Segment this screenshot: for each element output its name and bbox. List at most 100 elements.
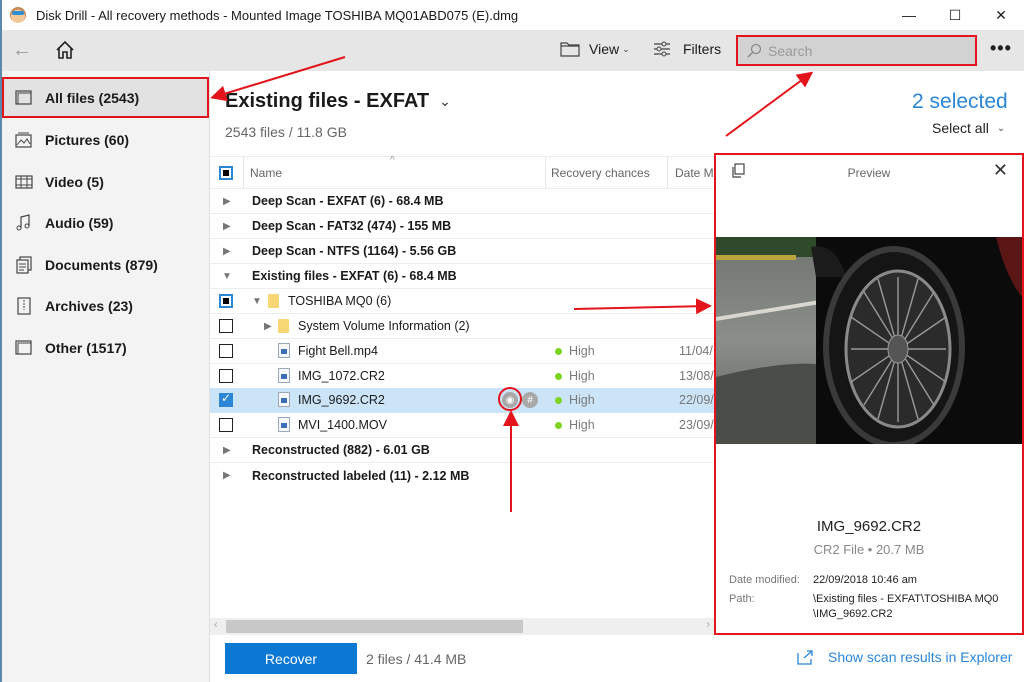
column-divider[interactable] (545, 157, 546, 189)
folder-icon (268, 294, 279, 308)
car-wheel-photo (716, 237, 1022, 444)
date-modified-label: Date modified: (729, 574, 800, 586)
scroll-left-icon[interactable]: ‹ (214, 619, 218, 631)
preview-panel: Preview ✕ IMG_9692.CR2 CR2 File • 20.7 M… (714, 153, 1024, 635)
preview-file-type: CR2 File • 20.7 MB (813, 542, 925, 557)
expand-arrow-icon[interactable]: ▶ (223, 221, 231, 232)
date-modified: 13/08/ (679, 369, 714, 383)
view-menu-button[interactable]: View ⌄ (560, 41, 630, 57)
table-row-file-selected[interactable]: IMG_9692.CR2 ◉ # High 22/09/ (210, 388, 714, 413)
more-options-button[interactable]: ••• (990, 38, 1012, 59)
path-value-line1: \Existing files - EXFAT\TOSHIBA MQ0 (813, 593, 999, 605)
horizontal-scrollbar[interactable]: ‹ › (210, 618, 714, 635)
expand-arrow-icon[interactable]: ▶ (223, 246, 231, 257)
table-row-file[interactable]: Fight Bell.mp4 High 11/04/ (210, 339, 714, 364)
table-row-file[interactable]: IMG_1072.CR2 High 13/08/ (210, 364, 714, 389)
search-box[interactable] (736, 35, 977, 66)
status-dot-icon (555, 421, 562, 429)
close-preview-button[interactable]: ✕ (993, 160, 1008, 181)
row-checkbox[interactable] (219, 369, 233, 383)
expand-arrow-icon[interactable]: ▶ (223, 445, 231, 456)
sidebar-item-documents[interactable]: Documents (879) (2, 244, 209, 285)
scan-summary: 2543 files / 11.8 GB (225, 124, 347, 140)
window-controls: — ☐ ✕ (886, 0, 1024, 30)
folder-icon (560, 42, 580, 57)
group-label: Reconstructed labeled (11) - 2.12 MB (252, 468, 470, 483)
column-divider[interactable] (667, 157, 668, 189)
path-label: Path: (729, 593, 755, 605)
file-name: MVI_1400.MOV (298, 418, 387, 432)
path-value-line2: \IMG_9692.CR2 (813, 608, 893, 620)
video-file-icon (278, 417, 290, 432)
sidebar-item-pictures[interactable]: Pictures (60) (2, 119, 209, 160)
show-in-explorer-link[interactable]: Show scan results in Explorer (797, 649, 1012, 665)
window-title: Disk Drill - All recovery methods - Moun… (36, 7, 519, 23)
row-checkbox[interactable] (219, 319, 233, 333)
column-header-date[interactable]: Date M (675, 157, 714, 189)
pictures-icon (15, 131, 33, 149)
expand-arrow-icon[interactable]: ▶ (223, 470, 231, 481)
preview-title: Preview (847, 166, 891, 180)
sidebar-item-all-files[interactable]: All files (2543) (2, 77, 209, 118)
recovery-chance-label: High (569, 344, 595, 358)
audio-icon (15, 213, 33, 232)
row-checkbox[interactable] (219, 294, 233, 308)
scan-source-dropdown[interactable]: Existing files - EXFAT ⌄ (225, 90, 451, 113)
table-row-group[interactable]: ▼ Existing files - EXFAT (6) - 68.4 MB (210, 264, 714, 289)
row-checkbox[interactable] (219, 344, 233, 358)
minimize-button[interactable]: — (886, 0, 932, 30)
date-modified: 23/09/ (679, 418, 714, 432)
search-input[interactable] (768, 42, 968, 59)
home-icon (56, 40, 74, 59)
filters-button[interactable]: Filters (653, 41, 721, 57)
table-row-group[interactable]: ▶ Reconstructed labeled (11) - 2.12 MB (210, 463, 714, 488)
column-header-recovery[interactable]: Recovery chances (551, 157, 650, 189)
recovery-chance-label: High (569, 418, 595, 432)
sidebar-item-label: All files (2543) (45, 89, 140, 106)
select-all-checkbox[interactable] (219, 157, 233, 189)
sidebar-item-video[interactable]: Video (5) (2, 161, 209, 202)
sidebar-item-other[interactable]: Other (1517) (2, 327, 209, 368)
expand-arrow-icon[interactable]: ▶ (223, 196, 231, 207)
collapse-arrow-icon[interactable]: ▼ (222, 271, 232, 282)
view-label: View (589, 41, 620, 57)
scrollbar-thumb[interactable] (226, 620, 523, 633)
sidebar-item-audio[interactable]: Audio (59) (2, 202, 209, 243)
row-checkbox[interactable] (219, 418, 233, 432)
close-window-button[interactable]: ✕ (978, 0, 1024, 30)
video-file-icon (278, 343, 290, 358)
table-row-group[interactable]: ▶ Deep Scan - NTFS (1164) - 5.56 GB (210, 239, 714, 264)
expand-arrow-icon[interactable]: ▶ (264, 321, 272, 332)
row-checkbox[interactable] (219, 391, 233, 407)
table-row-group[interactable]: ▶ Deep Scan - EXFAT (6) - 68.4 MB (210, 189, 714, 214)
sidebar-item-archives[interactable]: Archives (23) (2, 285, 209, 326)
group-label: Deep Scan - EXFAT (6) - 68.4 MB (252, 194, 444, 208)
column-divider (243, 157, 244, 189)
annotation-arrow-to-search (725, 71, 814, 137)
table-header: ^ Name Recovery chances Date M (210, 155, 714, 189)
video-icon (15, 173, 33, 191)
back-button[interactable]: ← (12, 39, 32, 62)
table-row-group[interactable]: ▶ Deep Scan - FAT32 (474) - 155 MB (210, 214, 714, 239)
folder-name: TOSHIBA MQ0 (6) (288, 294, 392, 308)
table-row-folder[interactable]: ▶ System Volume Information (2) (210, 314, 714, 339)
table-row-file[interactable]: MVI_1400.MOV High 23/09/ (210, 413, 714, 438)
annotation-highlight-circle (498, 387, 522, 411)
collapse-arrow-icon[interactable]: ▼ (252, 296, 262, 307)
checkbox-partial[interactable] (219, 166, 233, 180)
maximize-button[interactable]: ☐ (932, 0, 978, 30)
selected-count: 2 selected (912, 90, 1008, 113)
date-modified: 11/04/ (679, 344, 713, 358)
hash-icon[interactable]: # (522, 392, 538, 408)
recovery-chance: High (555, 344, 595, 358)
recovery-chance: High (555, 418, 595, 432)
page-title: Existing files - EXFAT (225, 90, 430, 112)
file-name: IMG_9692.CR2 (298, 393, 385, 407)
select-all-dropdown[interactable]: Select all ⌄ (932, 120, 1005, 136)
home-button[interactable] (54, 39, 76, 61)
table-row-group[interactable]: ▶ Reconstructed (882) - 6.01 GB (210, 438, 714, 463)
table-row-folder[interactable]: ▼ TOSHIBA MQ0 (6) (210, 289, 714, 314)
recover-button[interactable]: Recover (225, 643, 357, 674)
column-header-name[interactable]: Name (250, 157, 282, 189)
scroll-right-icon[interactable]: › (706, 619, 710, 631)
